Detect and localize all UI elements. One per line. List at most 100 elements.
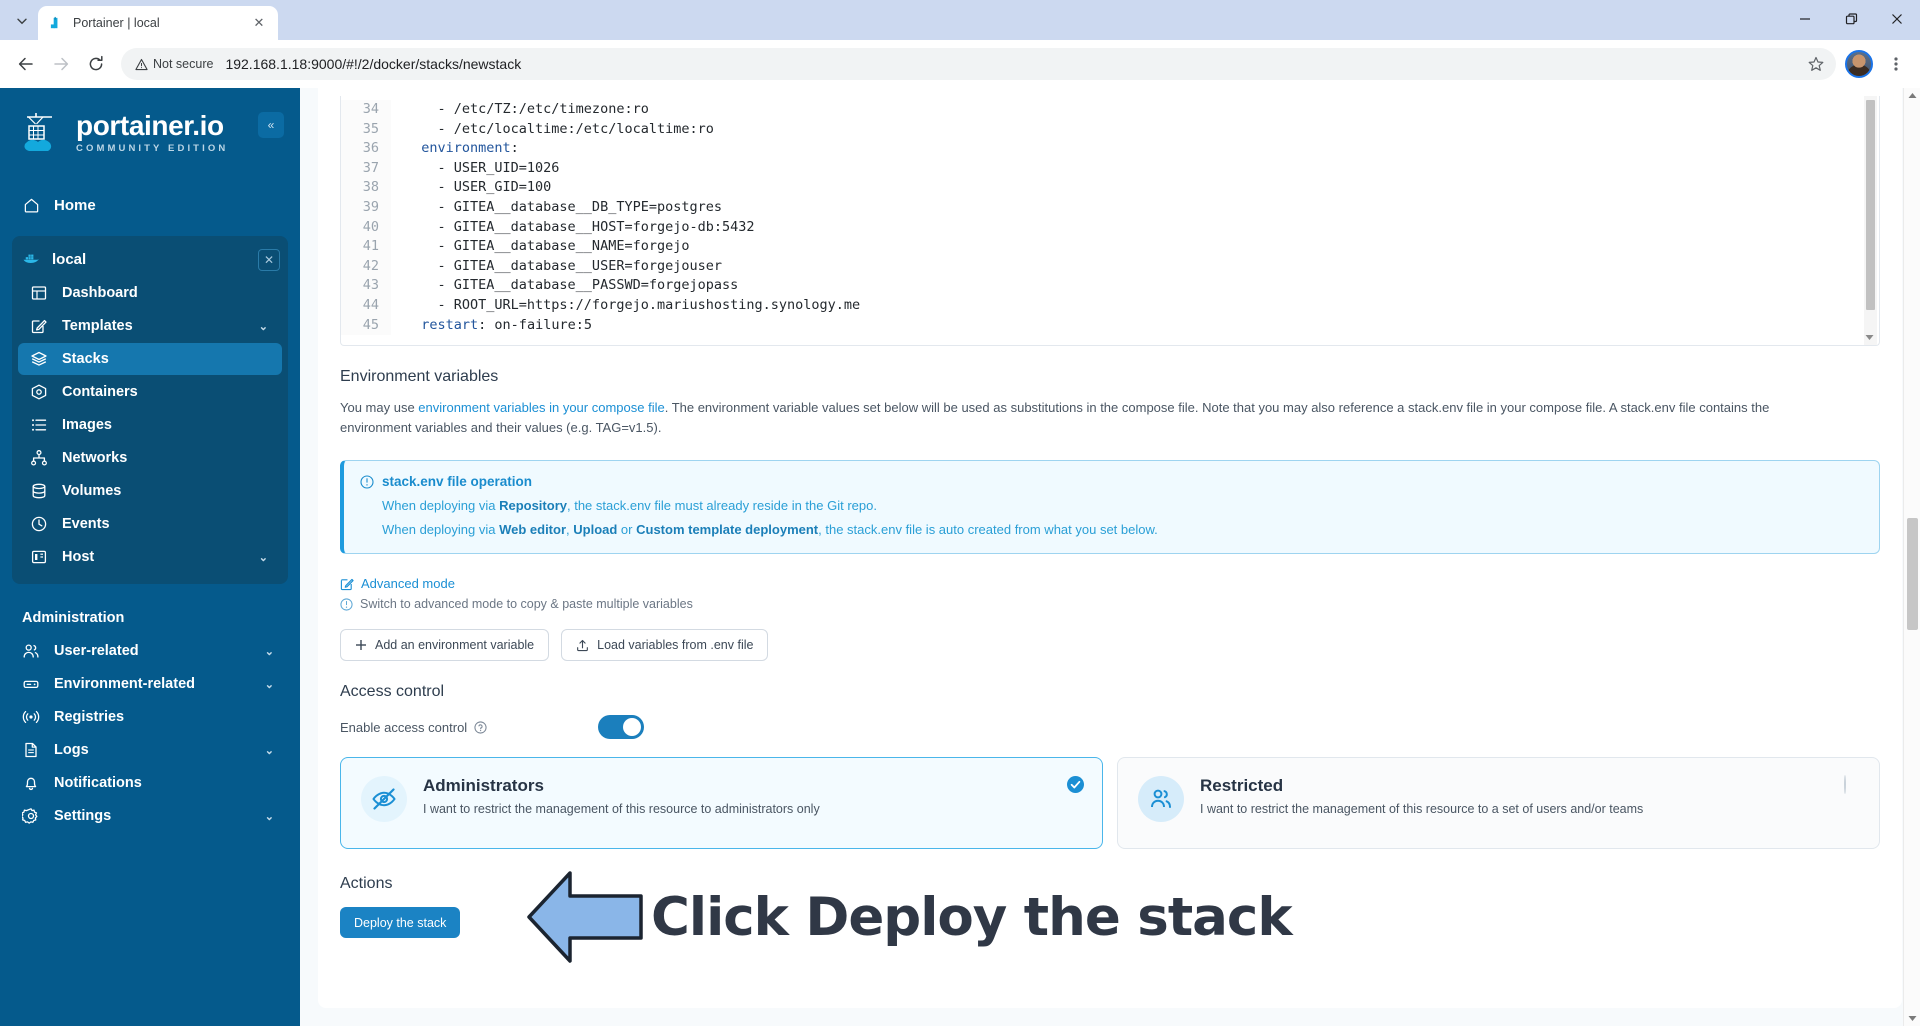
omnibox[interactable]: Not secure 192.168.1.18:9000/#!/2/docker… — [121, 48, 1836, 80]
host-icon — [30, 548, 48, 566]
page-scrollbar[interactable] — [1903, 88, 1920, 1026]
line-number: 36 — [362, 140, 379, 157]
sidebar-item-label: Events — [62, 516, 110, 532]
sidebar-item-containers[interactable]: Containers — [18, 376, 282, 408]
not-secure-indicator[interactable]: Not secure — [135, 57, 219, 71]
tab-search-icon[interactable] — [8, 7, 36, 35]
editor-scrollbar-thumb[interactable] — [1866, 100, 1875, 310]
minimize-button[interactable] — [1782, 0, 1828, 38]
browser-menu-icon[interactable] — [1882, 48, 1910, 80]
scroll-up-icon[interactable] — [1908, 92, 1917, 99]
sidebar-item-logs[interactable]: Logs ⌄ — [12, 734, 288, 766]
stacks-icon — [30, 350, 48, 368]
bookmark-star-icon[interactable] — [1802, 50, 1830, 78]
env-vars-doc-link[interactable]: environment variables in your compose fi… — [418, 400, 664, 415]
sidebar-item-label: Volumes — [62, 483, 122, 499]
radio-empty-icon[interactable] — [1844, 775, 1861, 794]
chevron-down-icon[interactable]: ⌄ — [265, 744, 274, 757]
stack-form-card: 34 35 36 37 38 39 40 41 42 43 44 45 - /etc/TZ:/etc/… — [318, 88, 1902, 1008]
sidebar-item-volumes[interactable]: Volumes — [18, 475, 282, 507]
chevron-down-icon[interactable]: ⌄ — [265, 645, 274, 658]
sidebar-item-label: Environment-related — [54, 676, 195, 692]
back-icon[interactable] — [10, 48, 42, 80]
sidebar-item-home[interactable]: Home — [22, 188, 282, 222]
upload-icon — [576, 639, 589, 652]
deploy-the-stack-button[interactable]: Deploy the stack — [340, 907, 461, 938]
chevron-down-icon[interactable]: ⌄ — [259, 320, 268, 333]
question-icon[interactable] — [474, 720, 487, 734]
code-area: 34 35 36 37 38 39 40 41 42 43 44 45 - /etc/TZ:/etc/… — [341, 96, 1879, 336]
sidebar-item-host[interactable]: Host ⌄ — [18, 541, 282, 573]
chevron-down-icon[interactable]: ⌄ — [259, 551, 268, 564]
infobox-l1-c: , the stack.env file must already reside… — [566, 498, 877, 513]
enable-access-control-switch[interactable] — [598, 715, 644, 739]
advanced-mode-hint: Switch to advanced mode to copy & paste … — [318, 591, 1902, 611]
infobox-l2-e: or — [617, 522, 637, 537]
env-para-prefix: You may use — [340, 400, 419, 415]
forward-icon[interactable] — [45, 48, 77, 80]
switch-knob — [623, 718, 641, 736]
maximize-button[interactable] — [1828, 0, 1874, 38]
editor-scrollbar[interactable] — [1864, 96, 1877, 345]
compose-editor[interactable]: 34 35 36 37 38 39 40 41 42 43 44 45 - /etc/TZ:/etc/… — [340, 96, 1880, 346]
access-card-text: Administrators I want to restrict the man… — [423, 776, 820, 816]
advanced-mode-toggle[interactable]: Advanced mode — [318, 554, 1902, 591]
gear-icon — [22, 807, 40, 825]
sidebar-item-dashboard[interactable]: Dashboard — [18, 277, 282, 309]
infobox-l2-a: When deploying via — [382, 522, 500, 537]
sidebar-item-label: Settings — [54, 808, 112, 824]
sidebar-item-stacks[interactable]: Stacks — [18, 343, 282, 375]
editor-scroll-down-icon[interactable] — [1865, 334, 1874, 341]
sidebar-item-environment-related[interactable]: Environment-related ⌄ — [12, 668, 288, 700]
sidebar-item-networks[interactable]: Networks — [18, 442, 282, 474]
reload-icon[interactable] — [80, 48, 112, 80]
sidebar-item-label: Notifications — [54, 775, 142, 791]
stack-env-infobox: stack.env file operation When deploying … — [340, 460, 1880, 554]
collapse-sidebar-button[interactable]: « — [258, 112, 284, 138]
portainer-logo-icon — [22, 110, 66, 156]
window-controls — [1782, 0, 1920, 40]
code-lines[interactable]: - /etc/TZ:/etc/timezone:ro - /etc/localt… — [391, 100, 860, 335]
avatar[interactable] — [1845, 50, 1873, 78]
environment-header[interactable]: local ✕ — [12, 242, 288, 276]
check-circle-icon[interactable] — [1067, 776, 1084, 793]
access-control-card-restricted[interactable]: Restricted I want to restrict the managem… — [1117, 757, 1880, 849]
sidebar-item-label: Registries — [54, 709, 125, 725]
access-card-text: Restricted I want to restrict the managem… — [1200, 776, 1643, 816]
sidebar-item-home-label: Home — [54, 196, 96, 214]
load-variables-button[interactable]: Load variables from .env file — [561, 629, 769, 661]
dashboard-icon — [30, 284, 48, 302]
add-environment-variable-button[interactable]: Add an environment variable — [340, 629, 550, 661]
browser-tab[interactable]: Portainer | local ✕ — [38, 6, 278, 40]
administration-section-label: Administration — [22, 610, 125, 626]
sidebar-item-user-related[interactable]: User-related ⌄ — [12, 635, 288, 667]
card-top-spacer — [318, 88, 1902, 96]
sidebar-item-notifications[interactable]: Notifications — [12, 767, 288, 799]
images-icon — [30, 416, 48, 434]
environment-close-icon[interactable]: ✕ — [258, 249, 280, 271]
line-number: 38 — [362, 179, 379, 196]
env-buttons-row: Add an environment variable Load variabl… — [318, 611, 1902, 661]
sidebar-item-registries[interactable]: Registries — [12, 701, 288, 733]
line-number: 44 — [362, 296, 379, 313]
sidebar-item-templates[interactable]: Templates ⌄ — [18, 310, 282, 342]
chevron-down-icon[interactable]: ⌄ — [265, 678, 274, 691]
line-number: 40 — [362, 218, 379, 235]
actions-section: Actions Deploy the stack Click Deploy th… — [318, 849, 1902, 963]
page-scrollbar-thumb[interactable] — [1907, 518, 1918, 630]
sidebar-item-settings[interactable]: Settings ⌄ — [12, 800, 288, 832]
line-number: 34 — [362, 101, 379, 117]
sidebar-item-events[interactable]: Events — [18, 508, 282, 540]
sidebar-item-images[interactable]: Images — [18, 409, 282, 441]
scroll-down-icon[interactable] — [1908, 1015, 1917, 1022]
code-line: - /etc/TZ:/etc/timezone:ro — [405, 101, 649, 117]
chevron-down-icon[interactable]: ⌄ — [265, 810, 274, 823]
close-tab-icon[interactable]: ✕ — [250, 14, 268, 32]
sidebar-item-label: Images — [62, 417, 112, 433]
access-control-card-administrators[interactable]: Administrators I want to restrict the man… — [340, 757, 1103, 849]
infobox-l2-customtemplate: Custom template deployment — [636, 522, 819, 537]
infobox-l2-g: , the stack.env file is auto created fro… — [818, 522, 1158, 537]
edit-icon — [340, 577, 354, 591]
enable-access-control-label: Enable access control — [340, 719, 468, 735]
close-window-button[interactable] — [1874, 0, 1920, 38]
